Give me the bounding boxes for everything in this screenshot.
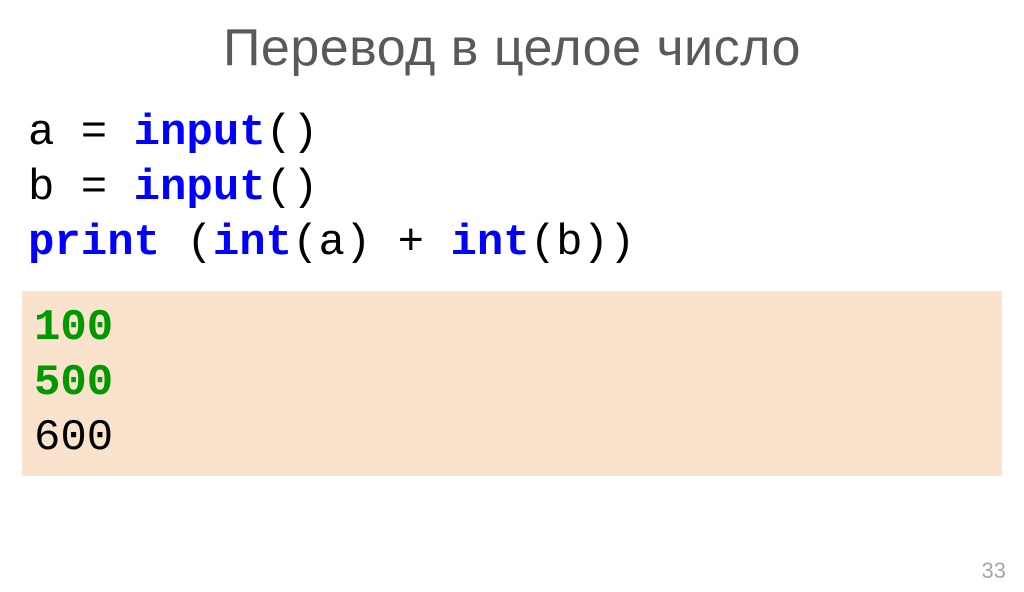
code-line3-print: print — [28, 218, 160, 268]
code-line3-int2: int — [451, 218, 530, 268]
code-line3-mid1: (a) + — [292, 218, 450, 268]
code-line1-input: input — [134, 108, 266, 158]
code-line3-mid2: (b)) — [530, 218, 636, 268]
output-result: 600 — [34, 411, 992, 466]
output-box: 100 500 600 — [22, 291, 1002, 476]
page-number: 33 — [982, 558, 1006, 584]
code-line-2: b = input() — [28, 163, 318, 213]
code-block: a = input() b = input() print (int(a) + … — [28, 106, 1024, 271]
code-line2-input: input — [134, 163, 266, 213]
slide-title: Перевод в целое число — [0, 18, 1024, 78]
code-line-3: print (int(a) + int(b)) — [28, 218, 635, 268]
code-line3-int1: int — [213, 218, 292, 268]
code-line3-space: ( — [160, 218, 213, 268]
code-line-1: a = input() — [28, 108, 318, 158]
output-input-2: 500 — [34, 356, 992, 411]
code-line2-b: b = — [28, 163, 134, 213]
code-line2-tail: () — [266, 163, 319, 213]
code-line1-a: a = — [28, 108, 134, 158]
output-input-1: 100 — [34, 301, 992, 356]
code-line1-tail: () — [266, 108, 319, 158]
